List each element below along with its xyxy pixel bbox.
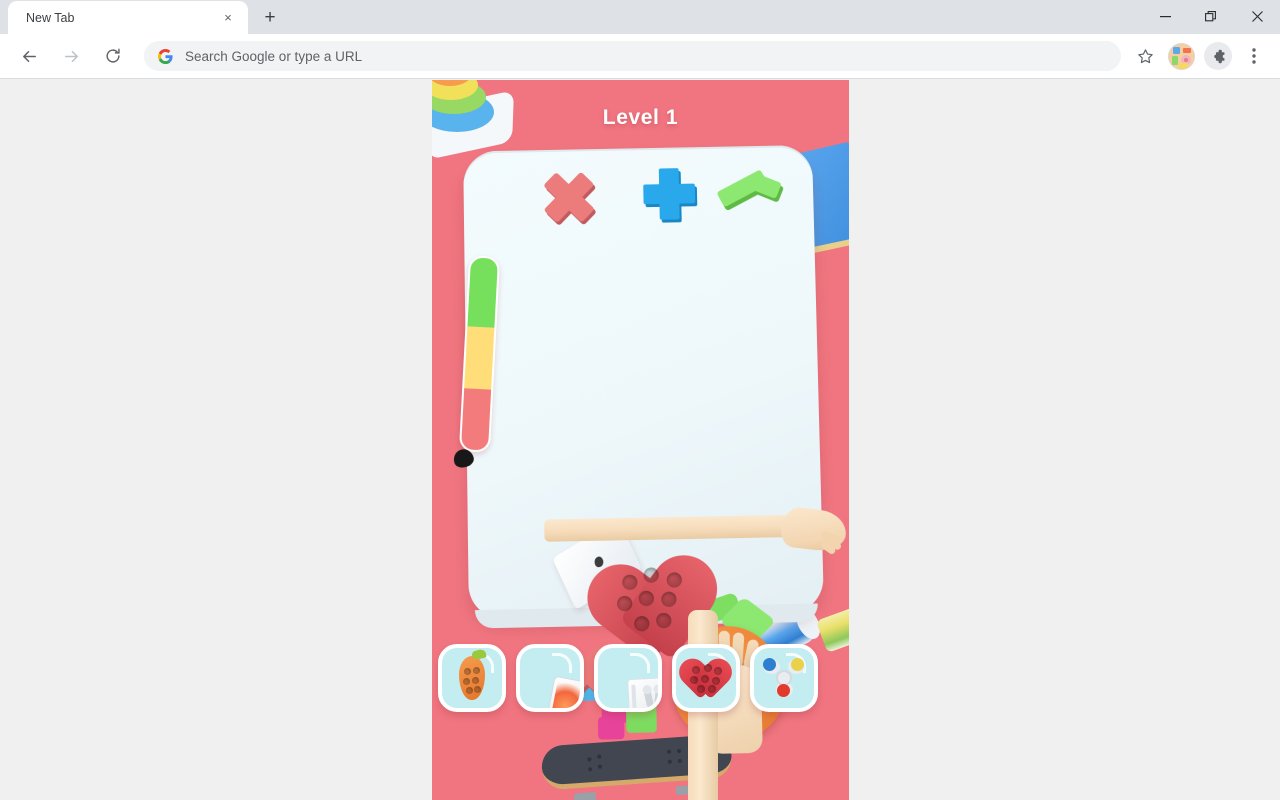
- item-tray: [432, 644, 849, 712]
- minimize-icon[interactable]: [1142, 0, 1188, 33]
- back-arrow-icon[interactable]: [13, 40, 45, 72]
- fidget-spinner-icon: [761, 656, 807, 700]
- maximize-icon[interactable]: [1188, 0, 1234, 33]
- avatar[interactable]: [1168, 43, 1195, 70]
- tray-item-fidget-spinner[interactable]: [750, 644, 818, 712]
- address-bar[interactable]: Search Google or type a URL: [144, 41, 1121, 71]
- tray-item-heart-popit[interactable]: [672, 644, 740, 712]
- new-tab-button[interactable]: +: [256, 3, 284, 31]
- browser-window: New Tab × + Search Google or type a URL …: [0, 0, 1280, 800]
- phone-box-icon: [546, 676, 584, 712]
- tab-new-tab[interactable]: New Tab ×: [8, 1, 248, 34]
- gloss-highlight: [552, 653, 572, 673]
- carrot-popit-icon: [459, 656, 485, 700]
- star-icon[interactable]: [1130, 41, 1160, 71]
- close-icon[interactable]: [1234, 0, 1280, 33]
- play-card[interactable]: [463, 145, 824, 619]
- address-bar-placeholder: Search Google or type a URL: [185, 49, 362, 64]
- earbuds-box-icon: [627, 677, 662, 712]
- forward-arrow-icon[interactable]: [55, 40, 87, 72]
- tray-item-carrot-popit[interactable]: [438, 644, 506, 712]
- browser-toolbar: Search Google or type a URL: [0, 34, 1280, 79]
- tray-item-earbuds-box[interactable]: [594, 644, 662, 712]
- arm-horizontal: [544, 511, 846, 543]
- tray-item-phone-box[interactable]: [516, 644, 584, 712]
- heart-popit-icon: [683, 657, 729, 699]
- page-title: Level 1: [432, 106, 849, 130]
- three-dot-menu-icon[interactable]: [1239, 41, 1269, 71]
- target-x-shape: [541, 169, 598, 225]
- target-l-shape: [718, 166, 783, 214]
- tab-title: New Tab: [26, 11, 218, 25]
- reload-icon[interactable]: [97, 40, 129, 72]
- puzzle-piece-icon[interactable]: [1204, 42, 1232, 70]
- close-icon[interactable]: ×: [218, 8, 238, 28]
- target-plus-shape: [642, 167, 697, 221]
- window-controls: [1142, 0, 1280, 33]
- page-content: Level 1: [0, 80, 1280, 800]
- toolbar-right-actions: [1127, 41, 1272, 71]
- game-viewport[interactable]: Level 1: [432, 80, 849, 800]
- gloss-highlight: [630, 653, 650, 673]
- tab-strip: New Tab × +: [0, 0, 1280, 34]
- google-g-icon: [158, 49, 173, 64]
